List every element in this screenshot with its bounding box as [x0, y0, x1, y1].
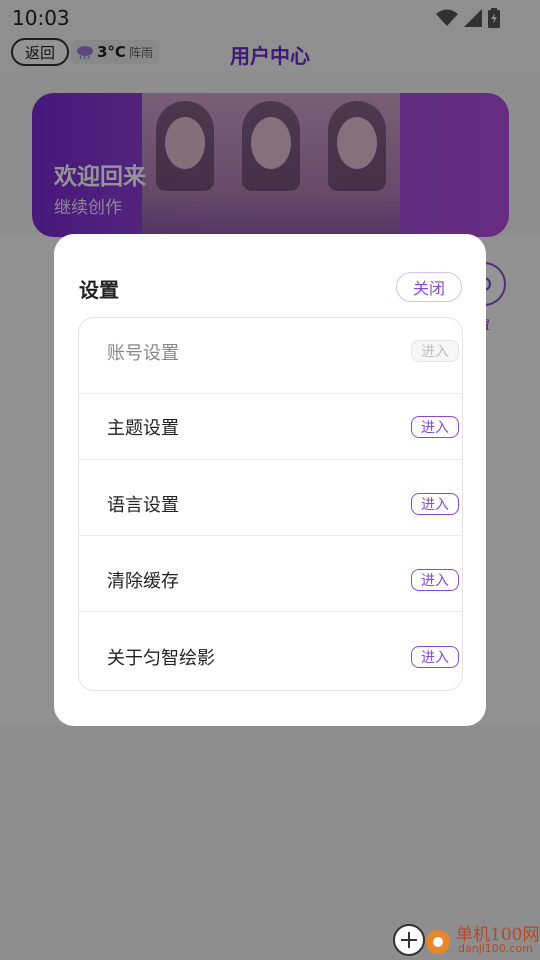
settings-list: 账号设置 进入 主题设置 进入 语言设置 进入 清除缓存 进入 关于匀智绘影 进… — [78, 317, 463, 691]
settings-item-account[interactable]: 账号设置 进入 — [79, 318, 462, 394]
dialog-title: 设置 — [79, 278, 119, 302]
enter-button[interactable]: 进入 — [411, 646, 459, 668]
settings-item-theme[interactable]: 主题设置 进入 — [79, 384, 462, 460]
enter-button[interactable]: 进入 — [411, 569, 459, 591]
settings-item-language[interactable]: 语言设置 进入 — [79, 460, 462, 536]
watermark: 单机100网 danji100.com — [392, 918, 540, 960]
settings-item-label: 语言设置 — [107, 495, 179, 516]
settings-item-label: 主题设置 — [107, 418, 179, 439]
settings-item-clear-cache[interactable]: 清除缓存 进入 — [79, 536, 462, 612]
enter-button[interactable]: 进入 — [411, 493, 459, 515]
enter-button[interactable]: 进入 — [411, 340, 459, 362]
settings-item-about[interactable]: 关于匀智绘影 进入 — [79, 612, 462, 688]
close-button[interactable]: 关闭 — [396, 272, 462, 302]
settings-item-label: 账号设置 — [107, 343, 179, 364]
settings-item-label: 关于匀智绘影 — [107, 648, 215, 669]
watermark-logo-icon — [393, 924, 450, 956]
settings-item-label: 清除缓存 — [107, 571, 179, 592]
enter-button[interactable]: 进入 — [411, 416, 459, 438]
watermark-url: danji100.com — [458, 942, 533, 955]
settings-dialog: 设置 关闭 账号设置 进入 主题设置 进入 语言设置 进入 清除缓存 进入 关于… — [54, 234, 486, 726]
